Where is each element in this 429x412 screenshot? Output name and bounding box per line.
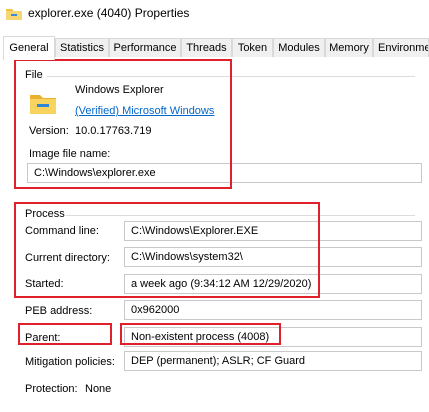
file-group-title: File xyxy=(25,69,43,81)
title-bar: explorer.exe (4040) Properties xyxy=(0,0,429,28)
folder-icon xyxy=(6,7,22,20)
image-file-name-field[interactable]: C:\Windows\explorer.exe xyxy=(27,163,422,183)
mitigation-policies-label: Mitigation policies: xyxy=(25,356,115,368)
file-group-divider xyxy=(47,76,415,77)
process-group-divider xyxy=(66,215,415,216)
general-panel: File Windows Explorer (Verified) Microso… xyxy=(0,59,429,412)
tab-modules[interactable]: Modules xyxy=(273,38,325,57)
tab-strip: General Statistics Performance Threads T… xyxy=(0,36,429,60)
version-value: 10.0.17763.719 xyxy=(75,125,152,137)
started-field[interactable]: a week ago (9:34:12 AM 12/29/2020) xyxy=(124,274,422,294)
process-group-title: Process xyxy=(25,208,65,220)
tab-general[interactable]: General xyxy=(3,36,55,60)
current-directory-field[interactable]: C:\Windows\system32\ xyxy=(124,247,422,267)
tab-threads[interactable]: Threads xyxy=(181,38,232,57)
mitigation-policies-field[interactable]: DEP (permanent); ASLR; CF Guard xyxy=(124,351,422,371)
tab-performance[interactable]: Performance xyxy=(109,38,181,57)
started-label: Started: xyxy=(25,278,64,290)
parent-field[interactable]: Non-existent process (4008) xyxy=(124,327,422,347)
parent-label: Parent: xyxy=(25,332,61,344)
folder-icon xyxy=(29,91,57,115)
window-title: explorer.exe (4040) Properties xyxy=(28,6,190,20)
peb-address-field[interactable]: 0x962000 xyxy=(124,300,422,320)
verified-signer-link[interactable]: (Verified) Microsoft Windows xyxy=(75,105,214,117)
protection-label: Protection: xyxy=(25,383,78,395)
command-line-field[interactable]: C:\Windows\Explorer.EXE xyxy=(124,221,422,241)
current-directory-label: Current directory: xyxy=(25,252,110,264)
image-file-name-label: Image file name: xyxy=(29,148,111,160)
tab-memory[interactable]: Memory xyxy=(325,38,373,57)
peb-address-label: PEB address: xyxy=(25,305,93,317)
command-line-label: Command line: xyxy=(25,225,99,237)
tab-environment[interactable]: Environment xyxy=(373,38,429,57)
version-label: Version: xyxy=(29,125,69,137)
protection-value: None xyxy=(85,383,112,395)
tab-token[interactable]: Token xyxy=(232,38,273,57)
tab-statistics[interactable]: Statistics xyxy=(55,38,109,57)
file-description: Windows Explorer xyxy=(75,84,164,96)
